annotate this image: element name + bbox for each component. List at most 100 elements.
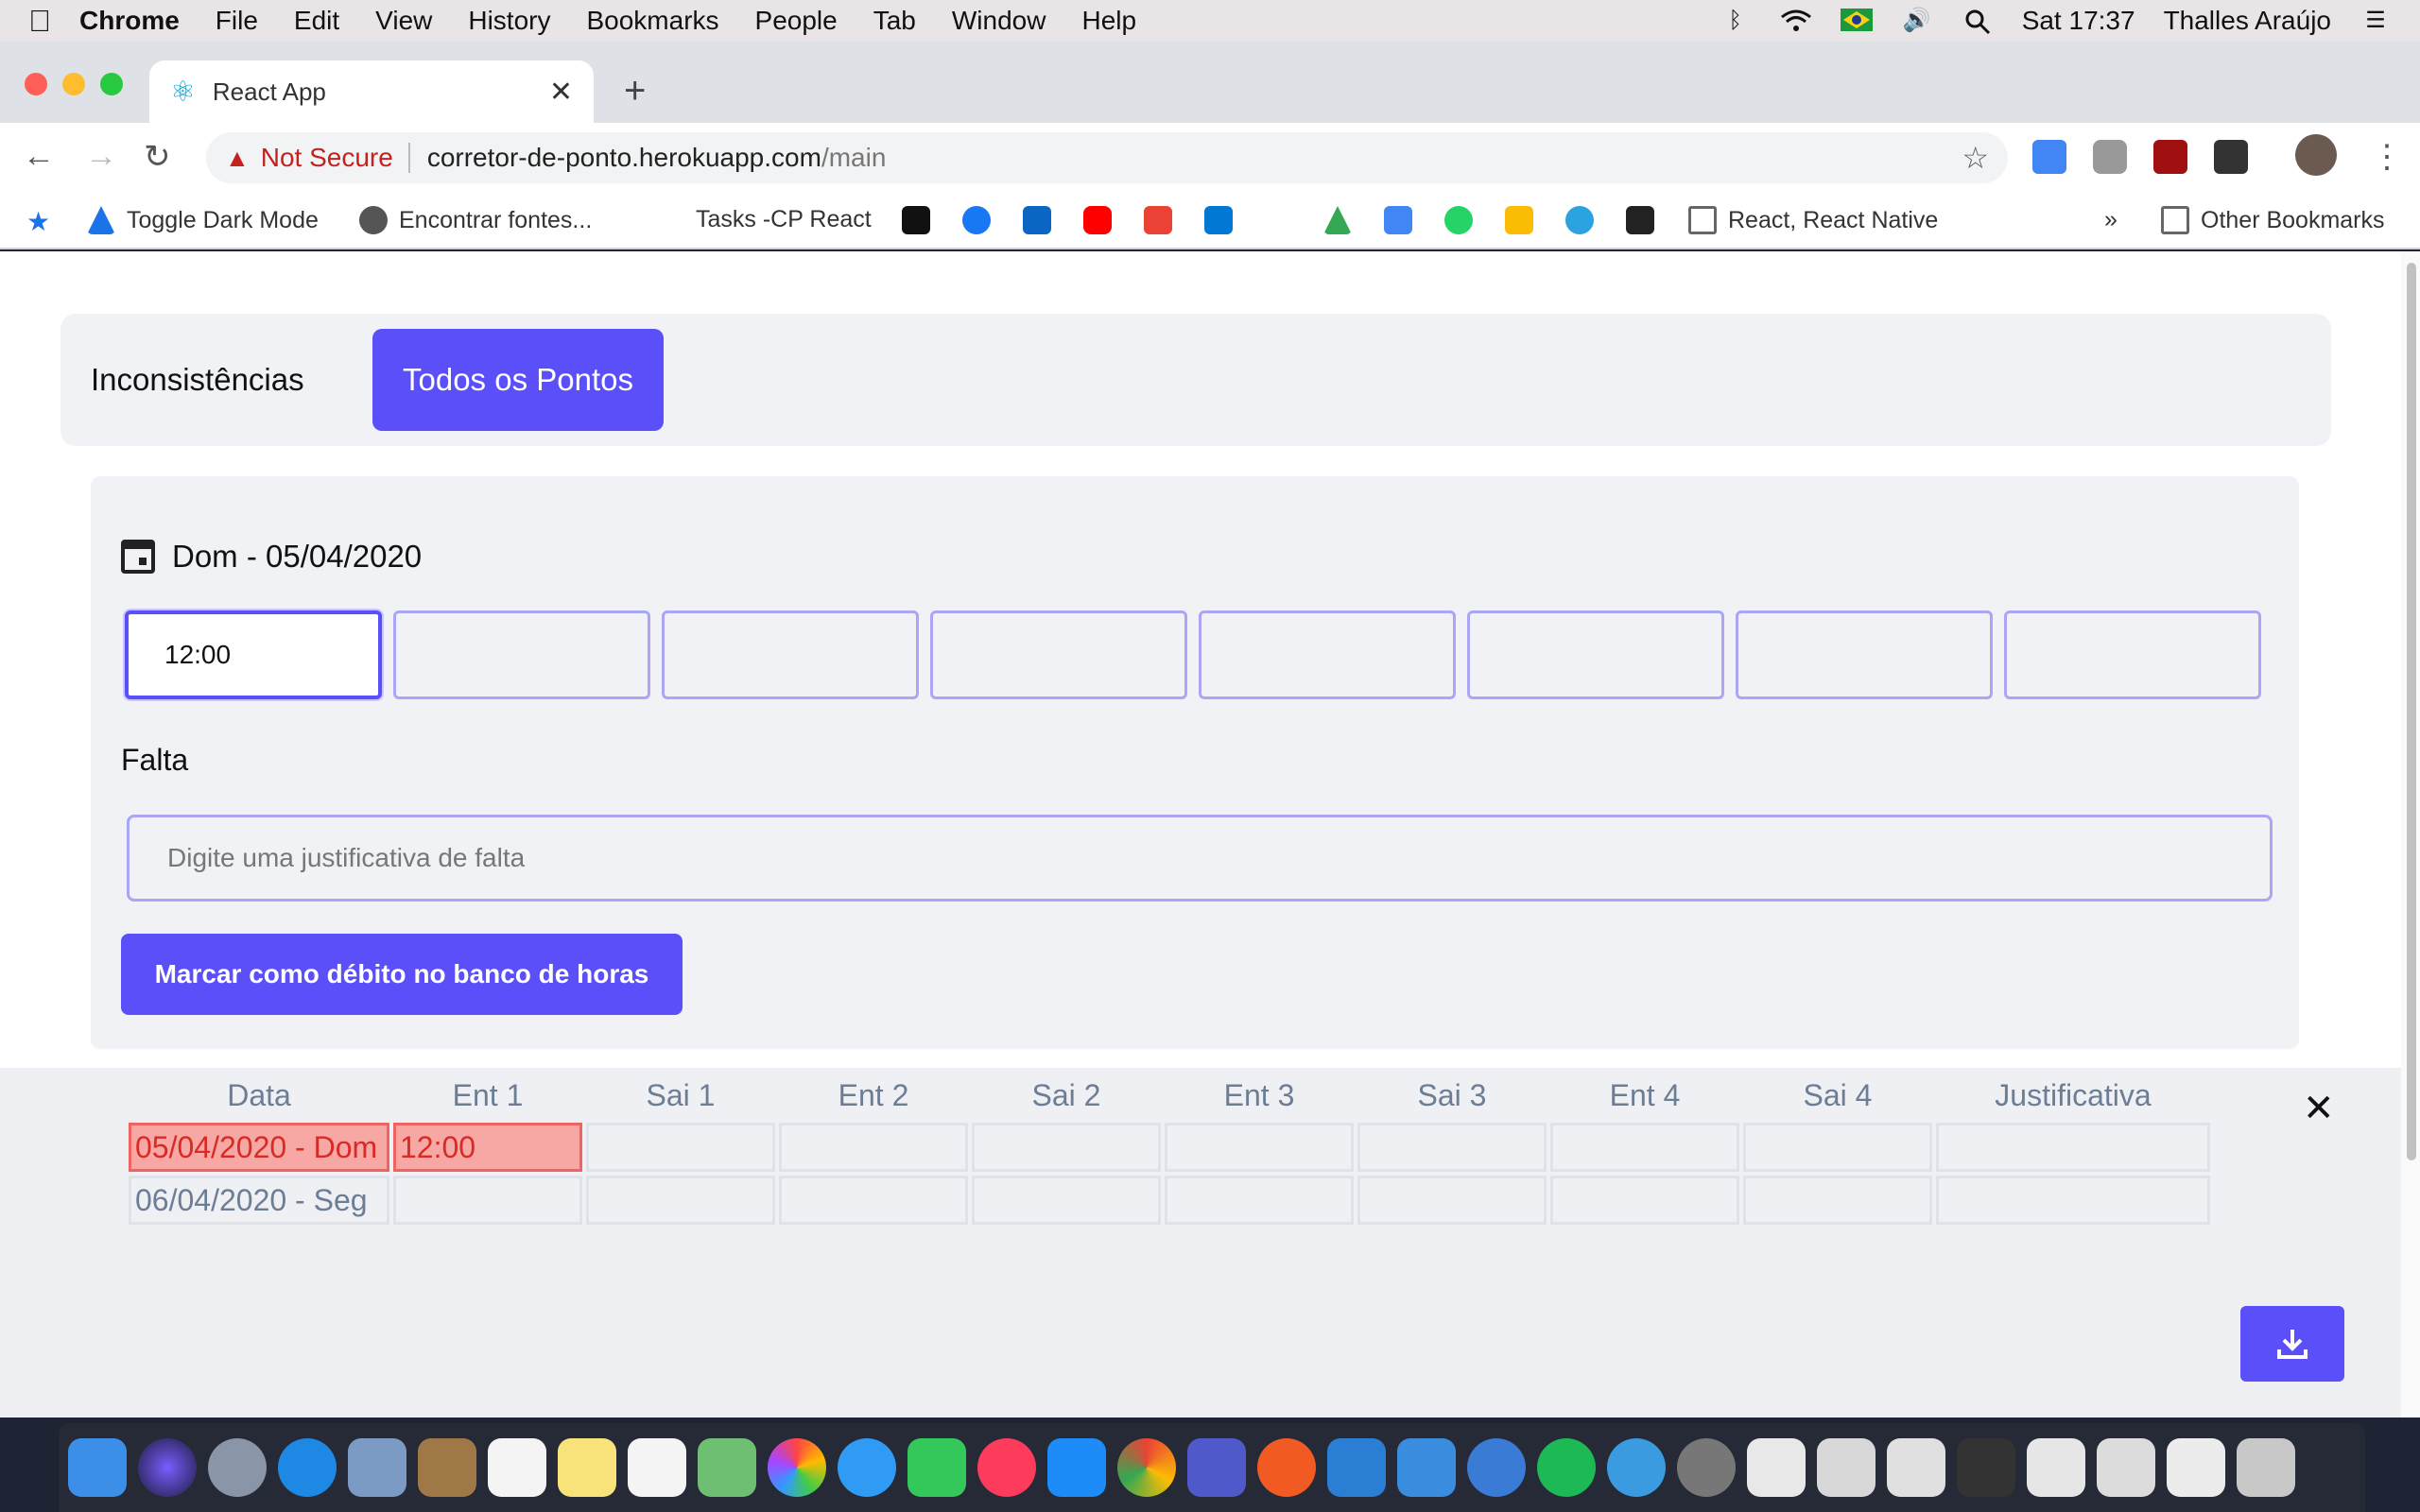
page-scrollbar[interactable] [2401, 251, 2420, 1418]
table-cell[interactable] [1357, 1176, 1547, 1225]
table-cell[interactable] [1550, 1123, 1739, 1172]
google-translate-extension-icon[interactable] [2032, 140, 2066, 174]
finder-icon[interactable] [68, 1438, 127, 1497]
clock[interactable]: Sat 17:37 [2022, 6, 2135, 36]
bluetooth-icon[interactable]: ᛒ [1720, 9, 1752, 33]
table-cell[interactable] [1165, 1176, 1354, 1225]
bookmarks-overflow-button[interactable]: » [2104, 206, 2118, 233]
warning-triangle-icon[interactable]: ▲ [225, 144, 250, 173]
time-input-ent-4[interactable] [1736, 610, 1993, 699]
bookmark-folder-other[interactable]: Other Bookmarks [2161, 206, 2385, 234]
music-icon[interactable] [977, 1438, 1036, 1497]
url-path[interactable]: /main [821, 143, 886, 173]
bookmark-tasks-cp-react[interactable]: Tasks -CP React [696, 206, 872, 233]
table-cell[interactable] [1550, 1176, 1739, 1225]
menu-app-chrome[interactable]: Chrome [79, 6, 180, 36]
user-name[interactable]: Thalles Araújo [2164, 6, 2331, 36]
forward-arrow-icon[interactable]: → [85, 138, 117, 175]
reload-icon[interactable]: ↻ [144, 138, 171, 176]
bookmark-toggle-dark-mode[interactable]: Toggle Dark Mode [87, 206, 319, 234]
chrome-icon[interactable] [1117, 1438, 1176, 1497]
window-close-icon[interactable] [25, 73, 47, 95]
codepen-icon[interactable] [1626, 206, 1654, 234]
table-cell[interactable] [1743, 1176, 1932, 1225]
table-cell[interactable] [779, 1123, 968, 1172]
minimized-window-thumbnail[interactable] [2027, 1438, 2085, 1497]
table-cell[interactable] [586, 1123, 775, 1172]
table-cell[interactable] [586, 1176, 775, 1225]
time-input-sai-4[interactable] [2004, 610, 2261, 699]
time-input-ent-3[interactable] [1199, 610, 1456, 699]
download-button[interactable] [2240, 1306, 2344, 1382]
url-host[interactable]: corretor-de-ponto.herokuapp.com [427, 143, 821, 173]
volume-icon[interactable]: 🔊 [1901, 9, 1933, 33]
time-input-ent-2[interactable] [662, 610, 919, 699]
bookmark-encontrar-fontes[interactable]: Encontrar fontes... [359, 206, 592, 234]
time-input-sai-2[interactable] [930, 610, 1187, 699]
system-preferences-icon[interactable] [1677, 1438, 1736, 1497]
facebook-icon[interactable] [962, 206, 991, 234]
table-row[interactable]: 06/04/2020 - Seg [129, 1176, 2210, 1225]
bookmark-folder-react[interactable]: React, React Native [1688, 206, 1938, 234]
minimized-window-thumbnail[interactable] [1957, 1438, 2015, 1497]
google-docs-icon[interactable] [1384, 206, 1412, 234]
scrollbar-thumb[interactable] [2407, 263, 2416, 1160]
table-cell[interactable] [1936, 1123, 2210, 1172]
menu-help[interactable]: Help [1081, 6, 1136, 36]
menu-bookmarks[interactable]: Bookmarks [586, 6, 718, 36]
mark-debit-button[interactable]: Marcar como débito no banco de horas [121, 934, 683, 1015]
table-cell[interactable] [972, 1176, 1161, 1225]
table-cell-date[interactable]: 06/04/2020 - Seg [129, 1176, 389, 1225]
calendar-app-icon[interactable] [488, 1438, 546, 1497]
minimized-window-thumbnail[interactable] [1747, 1438, 1806, 1497]
chrome-menu-icon[interactable]: ⋮ [2371, 138, 2403, 176]
menu-file[interactable]: File [216, 6, 258, 36]
postman-icon[interactable] [1257, 1438, 1316, 1497]
minimized-window-thumbnail[interactable] [1817, 1438, 1876, 1497]
maps-icon[interactable] [698, 1438, 756, 1497]
bookmarks-star-icon[interactable]: ★ [26, 206, 50, 237]
telegram-icon[interactable] [1565, 206, 1594, 234]
time-input-ent-1[interactable] [125, 610, 382, 699]
safari-icon[interactable] [278, 1438, 337, 1497]
youtube-icon[interactable] [1083, 206, 1112, 234]
window-minimize-icon[interactable] [62, 73, 85, 95]
teams-icon[interactable] [1187, 1438, 1246, 1497]
table-cell[interactable] [779, 1176, 968, 1225]
trash-icon[interactable] [2237, 1438, 2295, 1497]
menu-edit[interactable]: Edit [294, 6, 339, 36]
table-cell[interactable] [1936, 1176, 2210, 1225]
window-zoom-icon[interactable] [100, 73, 123, 95]
google-drive-icon[interactable] [1323, 206, 1352, 234]
menu-people[interactable]: People [755, 6, 838, 36]
facetime-icon[interactable] [908, 1438, 966, 1497]
browser-tab[interactable]: ⚛ React App ✕ [149, 60, 594, 123]
menu-tab[interactable]: Tab [873, 6, 916, 36]
mail-icon[interactable] [348, 1438, 406, 1497]
wifi-icon[interactable] [1780, 9, 1812, 33]
address-bar[interactable]: ▲ Not Secure corretor-de-ponto.herokuapp… [206, 132, 2008, 183]
spotify-icon[interactable] [1537, 1438, 1596, 1497]
table-cell[interactable] [1357, 1123, 1547, 1172]
menu-window[interactable]: Window [952, 6, 1046, 36]
minimized-window-thumbnail[interactable] [2167, 1438, 2225, 1497]
whatsapp-icon[interactable] [1444, 206, 1473, 234]
tab-close-icon[interactable]: ✕ [549, 76, 573, 109]
table-row[interactable]: 05/04/2020 - Dom 12:00 [129, 1123, 2210, 1172]
table-cell-date[interactable]: 05/04/2020 - Dom [129, 1123, 389, 1172]
linkedin-icon[interactable] [1023, 206, 1051, 234]
apple-menu-icon[interactable]:  [28, 4, 79, 39]
minimized-window-thumbnail[interactable] [1887, 1438, 1945, 1497]
testflight-icon[interactable] [1607, 1438, 1666, 1497]
spotlight-search-icon[interactable] [1962, 9, 1994, 35]
table-cell[interactable]: 12:00 [393, 1123, 582, 1172]
vscode-icon[interactable] [1327, 1438, 1386, 1497]
close-table-icon[interactable]: ✕ [2303, 1087, 2335, 1130]
siri-icon[interactable] [138, 1438, 197, 1497]
fork-icon[interactable] [1467, 1438, 1526, 1497]
tab-todos-os-pontos[interactable]: Todos os Pontos [372, 329, 664, 431]
justificativa-input[interactable] [127, 815, 2273, 902]
back-arrow-icon[interactable]: ← [23, 138, 55, 175]
messages-icon[interactable] [838, 1438, 896, 1497]
time-input-sai-3[interactable] [1467, 610, 1724, 699]
